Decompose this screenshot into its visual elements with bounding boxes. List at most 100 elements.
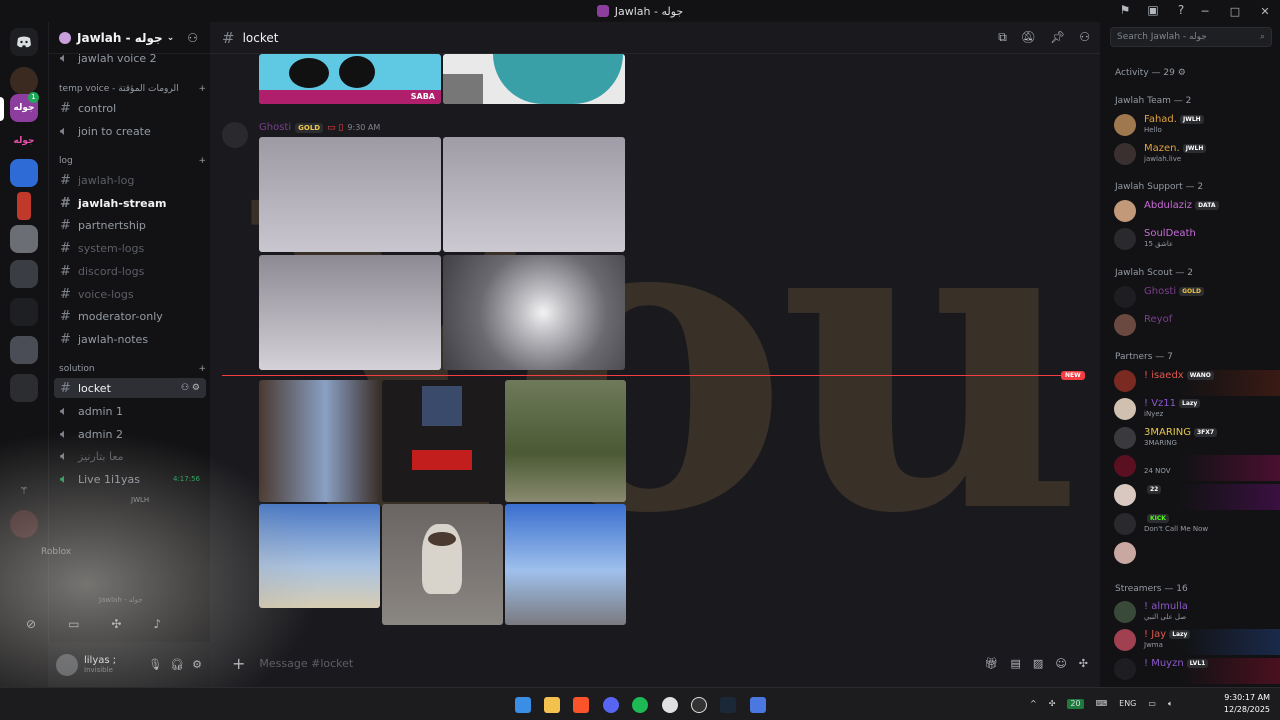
soundboard-icon[interactable]: ♪ [153, 617, 161, 631]
gear-icon[interactable]: ⚙ [1178, 68, 1186, 78]
sticker-icon[interactable]: ▨ [1033, 657, 1043, 670]
channel-voice-logs[interactable]: # voice-logs [54, 284, 206, 304]
search-input[interactable]: Search Jawlah - جوله ⌕ [1110, 27, 1272, 47]
member-item[interactable]: KICK Don't Call Me Now [1114, 513, 1280, 539]
server-folder-icon[interactable] [10, 260, 38, 288]
member-item[interactable]: Abdulaziz DATA [1114, 200, 1280, 226]
apps-icon[interactable]: ✣ [1079, 657, 1088, 670]
attachment-image[interactable]: SABA [259, 54, 441, 104]
tray-badge[interactable]: 20 [1067, 699, 1084, 709]
attachment-image[interactable] [505, 504, 626, 625]
notifications-muted-icon[interactable]: 🔕︎ [1021, 30, 1036, 45]
member-item[interactable]: SoulDeath عاشق 15 [1114, 228, 1280, 254]
voice-channel-join[interactable]: 🔈︎ join to create [54, 121, 206, 141]
channel-control[interactable]: # control [54, 98, 206, 118]
member-item[interactable]: ! almulla صل على النبي [1114, 601, 1280, 627]
member-item[interactable]: ! Muyzn LVL1 [1114, 658, 1280, 684]
add-channel-icon[interactable]: + [198, 156, 206, 166]
category-log[interactable]: log + [59, 156, 206, 166]
channel-settings-icon[interactable]: ⚇ ⚙ [181, 383, 200, 393]
attachment-image[interactable] [382, 380, 503, 502]
minimize-button[interactable]: ─ [1190, 5, 1220, 18]
server-icon[interactable]: ⚚ [10, 477, 38, 505]
channel-moderator-only[interactable]: # moderator-only [54, 306, 206, 326]
member-item[interactable]: ! Vz11 Lazy iNyez [1114, 398, 1280, 424]
mute-screen-icon[interactable]: ⊘ [26, 617, 36, 631]
help-icon[interactable]: ? [1174, 3, 1188, 17]
server-folder-icon[interactable] [10, 374, 38, 402]
attachment-image[interactable] [443, 255, 625, 370]
channel-jawlah-notes[interactable]: # jawlah-notes [54, 329, 206, 349]
language-indicator[interactable]: ENG [1119, 699, 1136, 709]
brave-browser-icon[interactable] [573, 697, 589, 713]
voice-channel-admin-1[interactable]: 🔈︎ admin 1 [54, 401, 206, 421]
apps-icon[interactable]: ✣ [111, 617, 121, 631]
invite-icon[interactable]: ⚇ [187, 31, 198, 45]
channel-system-logs[interactable]: # system-logs [54, 238, 206, 258]
member-item[interactable]: ! Jay Lazy Jwma [1114, 629, 1280, 655]
member-item[interactable]: 3MARING 3FX7 3MARING [1114, 427, 1280, 453]
clock[interactable]: 9:30:17 AM 12/28/2025 [1224, 692, 1270, 716]
steam-icon[interactable] [720, 697, 736, 713]
headphones-icon[interactable]: 🎧︎ [170, 658, 184, 671]
gif-icon[interactable]: ▤ [1011, 657, 1021, 670]
screen-icon[interactable]: ▣ [1146, 3, 1160, 17]
file-explorer-icon[interactable] [544, 697, 560, 713]
member-item[interactable]: 24 NOV [1114, 455, 1280, 481]
avatar[interactable] [222, 122, 248, 148]
server-icon[interactable] [10, 510, 38, 538]
message-author[interactable]: Ghosti [259, 122, 291, 133]
gear-icon[interactable]: ⚙ [192, 658, 202, 671]
member-item[interactable]: 22 [1114, 484, 1280, 510]
app-icon[interactable] [750, 697, 766, 713]
server-folder-icon[interactable] [10, 225, 38, 253]
message-composer[interactable]: + Message #locket 🎁︎ ▤ ▨ ☺ ✣ [222, 651, 1092, 675]
maximize-button[interactable]: □ [1220, 5, 1250, 18]
member-item[interactable]: Ghosti GOLD [1114, 286, 1280, 312]
discord-app-icon[interactable] [603, 697, 619, 713]
volume-icon[interactable]: 🔈︎ [1168, 699, 1173, 709]
chevron-up-icon[interactable]: ^ [1030, 699, 1037, 709]
member-item[interactable]: Reyof [1114, 314, 1280, 340]
keyboard-icon[interactable]: ⌨ [1096, 699, 1108, 709]
threads-icon[interactable]: ⧉ [998, 30, 1007, 45]
voice-channel-admin-2[interactable]: 🔈︎ admin 2 [54, 424, 206, 444]
close-button[interactable]: ✕ [1250, 5, 1280, 18]
network-icon[interactable]: ▭ [1148, 699, 1156, 709]
voice-channel-muted[interactable]: 🔈︎ معا بتارنيز [54, 446, 206, 466]
channel-jawlah-log[interactable]: # jawlah-log [54, 170, 206, 190]
category-solution[interactable]: solution + [59, 364, 206, 374]
attachment-image[interactable] [443, 54, 625, 104]
attachment-image[interactable] [505, 380, 626, 502]
add-channel-icon[interactable]: + [198, 364, 206, 374]
voice-channel-live[interactable]: 🔈︎ Live 1i1yas 4:17:56 [54, 469, 206, 489]
microphone-icon[interactable]: 🎙︎ [148, 658, 162, 671]
member-item[interactable]: ! isaedx WANO [1114, 370, 1280, 396]
server-folder-icon[interactable] [10, 336, 38, 364]
server-icon[interactable] [10, 67, 38, 95]
server-jawlah-alt-icon[interactable]: جوله [10, 127, 38, 155]
attachment-image[interactable] [382, 504, 503, 625]
attachment-image[interactable] [259, 255, 441, 370]
add-channel-icon[interactable]: + [198, 84, 206, 94]
member-item[interactable]: Fahad. JWLH Hello [1114, 114, 1280, 140]
discord-home-icon[interactable] [10, 28, 38, 56]
gift-icon[interactable]: 🎁︎ [985, 657, 999, 670]
pin-icon[interactable]: 📌︎ [1050, 30, 1065, 45]
attachment-image[interactable] [443, 137, 625, 252]
attachment-image[interactable] [259, 380, 380, 502]
server-folder-icon[interactable] [10, 298, 38, 326]
channel-jawlah-stream[interactable]: # jawlah-stream [54, 193, 206, 213]
member-item[interactable] [1114, 542, 1280, 568]
obs-icon[interactable] [691, 697, 707, 713]
attachment-image[interactable] [259, 137, 441, 252]
attachment-image[interactable] [259, 504, 380, 608]
spotify-icon[interactable] [632, 697, 648, 713]
channel-locket[interactable]: # locket ⚇ ⚙ [54, 378, 206, 398]
attach-plus-icon[interactable]: + [232, 654, 245, 673]
channel-discord-logs[interactable]: # discord-logs [54, 261, 206, 281]
member-list-icon[interactable]: ⚇ [1079, 30, 1090, 45]
avatar[interactable] [56, 653, 78, 676]
voice-channel[interactable]: 🔈︎ jawlah voice 2 [54, 48, 206, 68]
windows-start-icon[interactable] [515, 697, 531, 713]
